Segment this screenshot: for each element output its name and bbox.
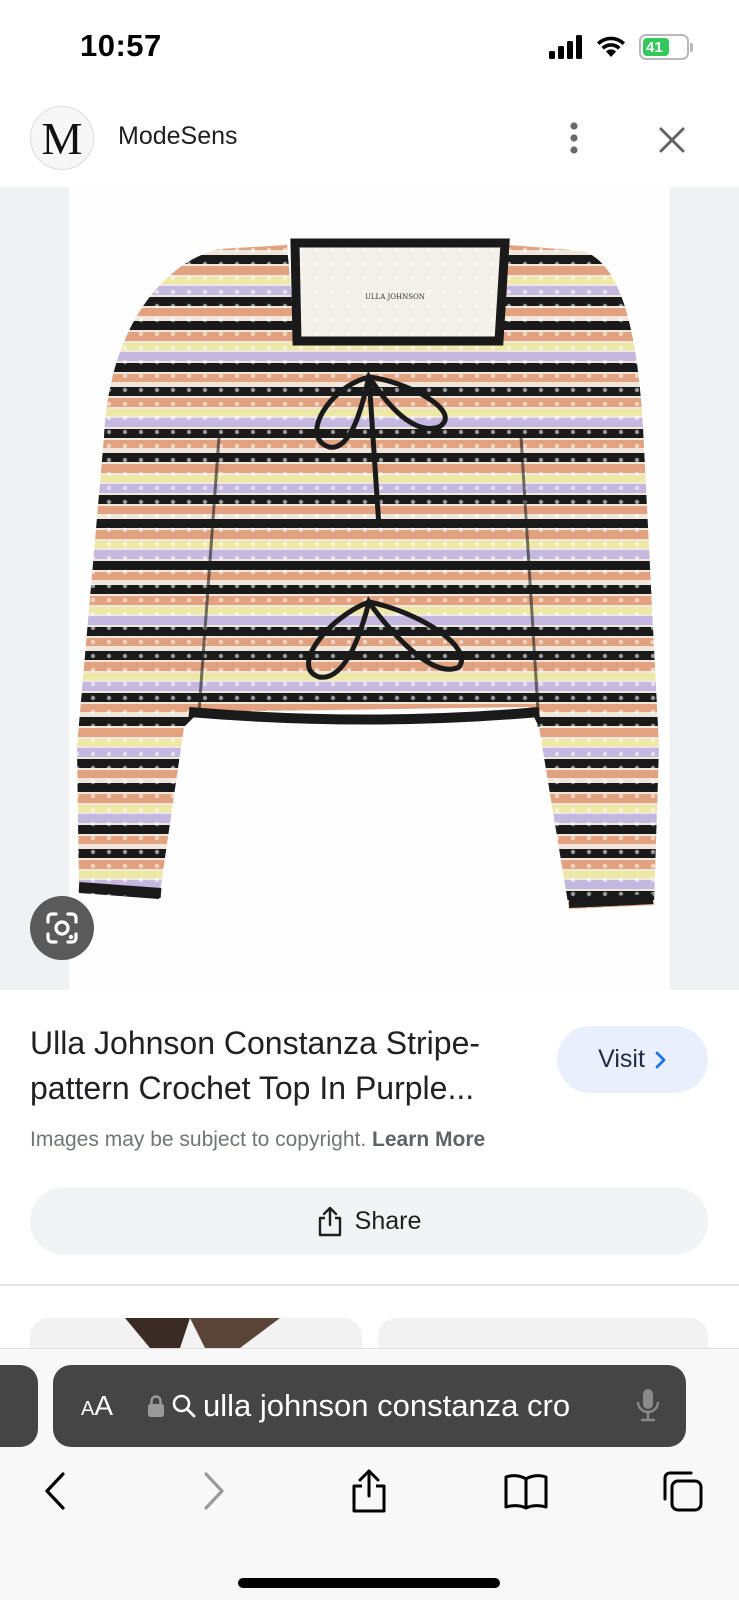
google-lens-button[interactable] [30,896,94,960]
site-header: M ModeSens [0,104,739,184]
share-icon [318,1206,341,1237]
related-results [0,1318,739,1348]
back-button[interactable] [25,1461,85,1521]
close-icon [659,127,685,153]
microphone-icon [636,1389,660,1422]
forward-button[interactable] [184,1461,244,1521]
tabs-button[interactable] [652,1461,712,1521]
close-button[interactable] [650,118,694,162]
address-text: ulla johnson constanza cro [203,1388,571,1423]
section-divider [0,1284,739,1286]
crochet-top-illustration: ULLA JOHNSON [77,238,659,909]
bookmarks-button[interactable] [496,1461,556,1521]
search-icon [172,1394,196,1418]
status-bar: 10:57 41 [0,0,739,96]
previous-tab-peek[interactable] [0,1365,38,1447]
product-image[interactable]: ULLA JOHNSON [69,187,670,990]
battery-level: 41 [646,38,663,56]
learn-more-link[interactable]: Learn More [372,1128,485,1151]
browser-bottom-bar: A A ulla johnson constanza cro [0,1348,739,1600]
related-thumbnail [125,1318,280,1348]
more-vertical-icon [570,122,578,154]
copyright-notice: Images may be subject to copyright. Lear… [30,1128,485,1152]
copyright-text: Images may be subject to copyright. [30,1128,367,1151]
browser-toolbar [0,1461,739,1531]
book-icon [504,1474,548,1510]
battery-indicator: 41 [639,34,693,60]
related-result-card[interactable] [378,1318,708,1348]
reader-options-button[interactable]: A A [81,1390,113,1422]
status-icons: 41 [549,34,693,60]
share-icon [352,1469,386,1513]
visit-button[interactable]: Visit [557,1026,708,1093]
wifi-icon [597,36,625,57]
tabs-icon [663,1471,703,1512]
chevron-left-icon [45,1472,65,1510]
product-title[interactable]: Ulla Johnson Constanza Stripe-pattern Cr… [30,1021,540,1111]
site-name[interactable]: ModeSens [118,122,238,151]
aa-small: A [81,1398,95,1420]
voice-search-button[interactable] [636,1387,660,1428]
address-bar[interactable]: A A ulla johnson constanza cro [53,1365,686,1447]
aa-large: A [94,1390,114,1421]
address-text-container[interactable]: ulla johnson constanza cro [147,1388,577,1424]
cellular-signal-icon [549,35,582,59]
share-page-button[interactable] [339,1461,399,1521]
chevron-right-icon [655,1051,666,1068]
garment-label: ULLA JOHNSON [365,293,425,301]
visit-label: Visit [598,1045,645,1073]
chevron-right-icon [204,1472,224,1510]
more-options-button[interactable] [556,118,592,158]
site-logo[interactable]: M [30,106,94,170]
lens-icon [46,912,78,944]
related-result-card[interactable] [30,1318,362,1348]
lock-icon [148,1395,165,1417]
share-button[interactable]: Share [30,1187,708,1255]
share-label: Share [354,1206,422,1235]
status-time: 10:57 [80,28,162,63]
home-indicator [238,1578,500,1588]
product-image-area[interactable]: ULLA JOHNSON [0,187,739,990]
